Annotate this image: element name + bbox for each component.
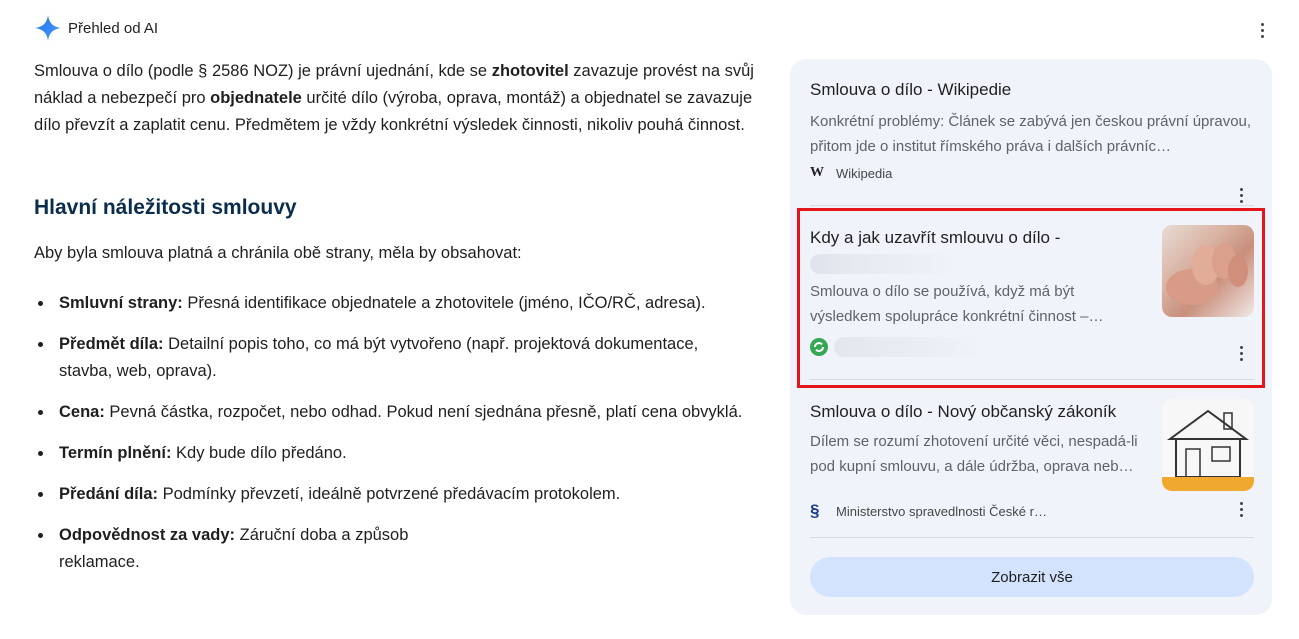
source-card-title[interactable]: Smlouva o dílo - Nový občanský zákoník: [810, 399, 1150, 425]
list-item: Předání díla: Podmínky převzetí, ideálně…: [34, 481, 754, 508]
source-card-snippet: Konkrétní problémy: Článek se zabývá jen…: [810, 113, 1252, 155]
more-options-icon[interactable]: [1234, 499, 1248, 519]
more-options-icon[interactable]: [1234, 185, 1248, 205]
thumbnail-image[interactable]: [1162, 225, 1254, 317]
ai-sparkle-icon: [35, 15, 61, 41]
list-item: Předmět díla: Detailní popis toho, co má…: [34, 331, 754, 385]
intro-paragraph: Smlouva o dílo (podle § 2586 NOZ) je prá…: [34, 62, 754, 134]
source-card-uzavrit[interactable]: Kdy a jak uzavřít smlouvu o dílo - Smlou…: [810, 225, 1254, 361]
paragraph-icon: §: [810, 501, 820, 520]
more-options-icon[interactable]: [1252, 18, 1272, 42]
thumbnail-image[interactable]: [1162, 399, 1254, 491]
divider: [810, 537, 1254, 538]
section-heading: Hlavní náležitosti smlouvy: [34, 196, 297, 219]
ai-overview-header: Přehled od AI: [34, 14, 158, 42]
source-card-title[interactable]: Smlouva o dílo - Wikipedie: [810, 77, 1254, 103]
section-subtitle: Aby byla smlouva platná a chránila obě s…: [34, 244, 522, 262]
list-item: Smluvní strany: Přesná identifikace obje…: [34, 290, 754, 317]
ai-overview-content: Smlouva o dílo (podle § 2586 NOZ) je prá…: [34, 58, 754, 571]
show-all-button[interactable]: Zobrazit vše: [810, 557, 1254, 597]
source-info: § Ministerstvo spravedlnosti České r…: [810, 501, 1254, 521]
wikipedia-icon: W: [810, 165, 824, 180]
blurred-source-name: [834, 337, 984, 357]
list-item: Termín plnění: Kdy bude dílo předáno.: [34, 440, 754, 467]
list-item: Cena: Pevná částka, rozpočet, nebo odhad…: [34, 399, 754, 426]
source-name: Ministerstvo spravedlnosti České r…: [836, 503, 1047, 519]
source-card-snippet: Dílem se rozumí zhotovení určité věci, n…: [810, 433, 1138, 475]
green-source-icon: [810, 338, 828, 356]
list-item: Odpovědnost za vady: Záruční doba a způs…: [34, 522, 479, 576]
requirements-list: Smluvní strany: Přesná identifikace obje…: [34, 290, 754, 590]
divider: [810, 379, 1254, 380]
source-info: W Wikipedia: [810, 165, 1254, 181]
source-info: [810, 337, 1254, 357]
sources-panel: Smlouva o dílo - Wikipedie Konkrétní pro…: [790, 59, 1272, 615]
source-card-snippet: Smlouva o dílo se používá, když má být v…: [810, 283, 1104, 325]
source-name: Wikipedia: [836, 165, 893, 181]
source-card-obcansky-zakonik[interactable]: Smlouva o dílo - Nový občanský zákoník D…: [810, 399, 1254, 521]
ai-overview-title: Přehled od AI: [68, 19, 159, 37]
source-card-title[interactable]: Kdy a jak uzavřít smlouvu o dílo -: [810, 225, 1150, 251]
source-card-wikipedia[interactable]: Smlouva o dílo - Wikipedie Konkrétní pro…: [810, 77, 1254, 203]
divider: [810, 205, 1254, 206]
more-options-icon[interactable]: [1234, 343, 1248, 363]
